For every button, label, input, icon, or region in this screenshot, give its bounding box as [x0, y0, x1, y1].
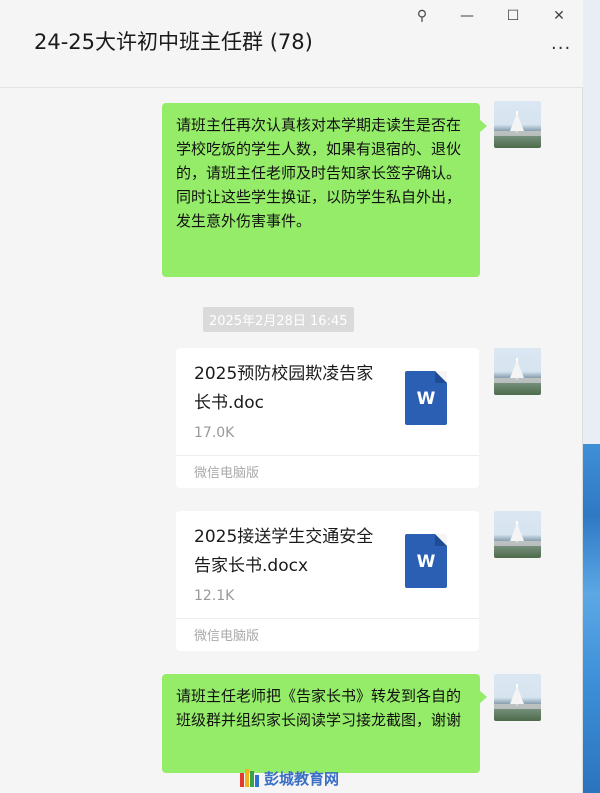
desktop-background	[583, 0, 600, 793]
file-source-label: 微信电脑版	[194, 466, 260, 481]
file-name: 2025接送学生交通安全告家长书.docx	[194, 527, 374, 576]
maximize-icon[interactable]: ☐	[504, 7, 522, 25]
word-document-icon: W	[405, 534, 447, 588]
chat-window: 24-25大许初中班主任群 (78) ⚲ — ☐ ✕ ··· 请班主任再次认真核…	[0, 0, 583, 793]
minimize-icon[interactable]: —	[458, 7, 476, 25]
pin-icon[interactable]: ⚲	[413, 7, 431, 25]
avatar[interactable]	[494, 101, 541, 148]
avatar[interactable]	[494, 348, 541, 395]
file-size: 17.0K	[194, 425, 235, 441]
close-icon[interactable]: ✕	[550, 7, 568, 25]
word-document-icon: W	[405, 371, 447, 425]
message-timestamp: 2025年2月28日 16:45	[203, 307, 354, 332]
chat-title: 24-25大许初中班主任群 (78)	[34, 30, 313, 54]
chat-header: 24-25大许初中班主任群 (78) ⚲ — ☐ ✕ ···	[0, 0, 583, 88]
books-icon	[240, 769, 259, 787]
divider	[176, 455, 479, 456]
file-name: 2025预防校园欺凌告家长书.doc	[194, 364, 374, 413]
file-source-label: 微信电脑版	[194, 629, 260, 644]
file-message-card[interactable]: 2025接送学生交通安全告家长书.docx 12.1K W 微信电脑版	[176, 511, 479, 651]
file-message-card[interactable]: 2025预防校园欺凌告家长书.doc 17.0K W 微信电脑版	[176, 348, 479, 488]
message-bubble[interactable]: 请班主任再次认真核对本学期走读生是否在学校吃饭的学生人数，如果有退宿的、退伙的，…	[162, 103, 487, 277]
message-bubble[interactable]: 请班主任老师把《告家长书》转发到各自的班级群并组织家长阅读学习接龙截图，谢谢	[162, 674, 487, 773]
more-icon[interactable]: ···	[551, 38, 571, 59]
avatar[interactable]	[494, 511, 541, 558]
avatar[interactable]	[494, 674, 541, 721]
file-size: 12.1K	[194, 588, 235, 604]
watermark-text: 彭城教育网	[264, 769, 340, 788]
watermark-logo: 彭城教育网	[240, 766, 339, 790]
divider	[176, 618, 479, 619]
